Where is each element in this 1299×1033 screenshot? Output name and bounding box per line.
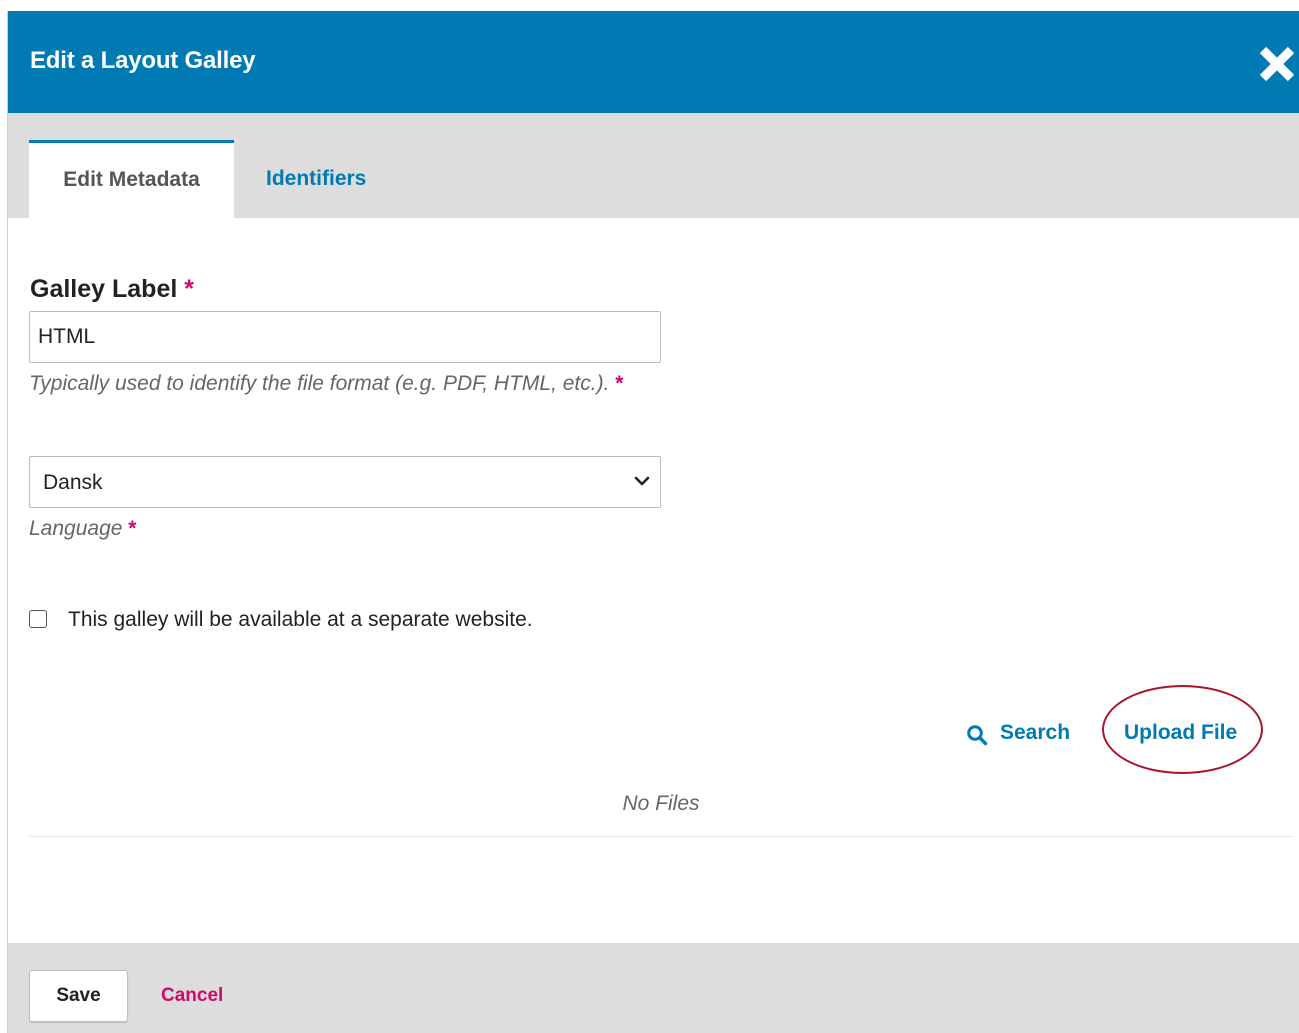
upload-highlight-circle: [1102, 685, 1263, 774]
galley-label-input[interactable]: [29, 311, 661, 363]
divider: [29, 836, 1292, 837]
galley-label-text: Galley Label: [30, 275, 178, 303]
tab-bar: Edit Metadata Identifiers: [8, 113, 1299, 218]
cancel-link[interactable]: Cancel: [161, 985, 223, 1007]
remote-galley-checkbox[interactable]: [29, 610, 47, 628]
language-description-text: Language: [29, 517, 123, 540]
required-marker: *: [184, 275, 194, 303]
galley-label-heading: Galley Label *: [30, 275, 194, 304]
language-description: Language *: [29, 517, 136, 541]
language-select-value: Dansk: [43, 471, 103, 494]
modal-title: Edit a Layout Galley: [30, 47, 256, 74]
required-marker: *: [615, 372, 624, 395]
modal-header: Edit a Layout Galley: [8, 11, 1299, 113]
search-icon[interactable]: [966, 724, 988, 746]
modal-footer: Save Cancel: [8, 943, 1299, 1033]
chevron-down-icon: [634, 476, 650, 486]
close-button[interactable]: [1257, 44, 1297, 84]
empty-files-message: No Files: [622, 792, 700, 815]
galley-label-description: Typically used to identify the file form…: [29, 372, 623, 396]
required-marker: *: [128, 517, 137, 540]
remote-galley-label[interactable]: This galley will be available at a separ…: [68, 608, 533, 632]
tab-edit-metadata[interactable]: Edit Metadata: [29, 140, 234, 218]
edit-galley-modal: Edit a Layout Galley Edit Metadata Ident…: [7, 11, 1299, 1033]
tab-identifiers[interactable]: Identifiers: [266, 140, 366, 218]
language-select[interactable]: Dansk: [29, 456, 661, 508]
search-files-button[interactable]: Search: [1000, 721, 1070, 745]
save-button[interactable]: Save: [29, 970, 128, 1022]
close-icon: [1259, 46, 1295, 82]
galley-label-description-text: Typically used to identify the file form…: [29, 372, 610, 395]
